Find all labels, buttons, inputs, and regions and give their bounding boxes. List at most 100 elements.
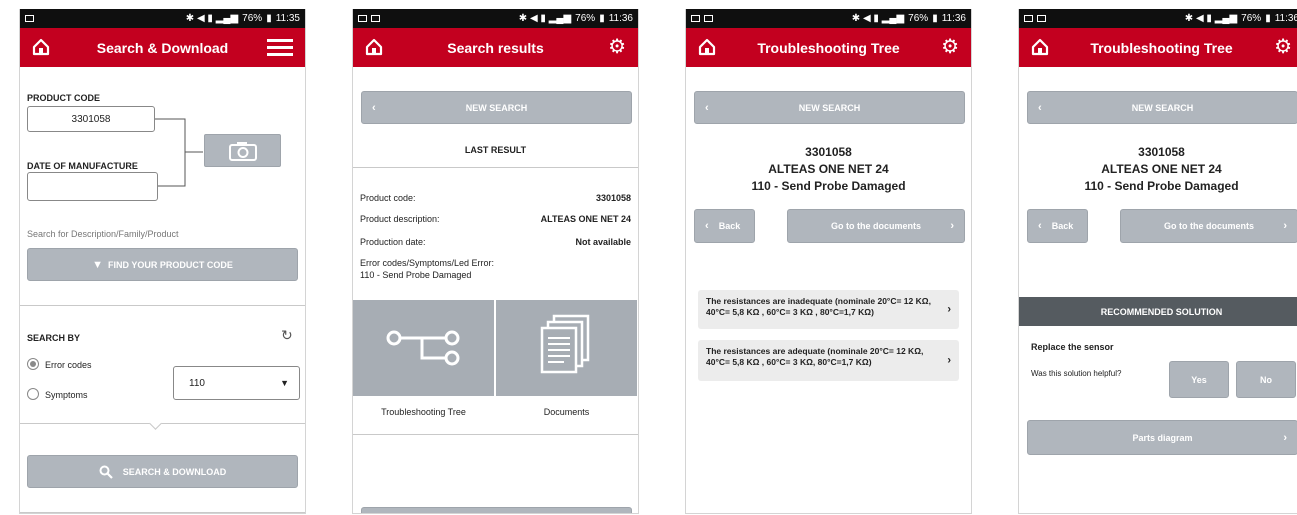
divider: [20, 512, 305, 513]
bottom-button[interactable]: [361, 507, 632, 513]
answer-option[interactable]: The resistances are adequate (nominale 2…: [698, 340, 959, 381]
gear-icon[interactable]: ⚙: [941, 37, 959, 57]
go-to-documents-button[interactable]: Go to the documents ›: [787, 209, 965, 243]
radio-error-codes[interactable]: [27, 358, 39, 370]
error-description: 110 - Send Probe Damaged: [751, 179, 906, 193]
back-button[interactable]: ‹ Back: [1027, 209, 1088, 243]
chevron-left-icon: ‹: [705, 220, 709, 232]
battery-icon: ▮: [599, 13, 605, 24]
date-of-manufacture-label: DATE OF MANUFACTURE: [27, 161, 138, 171]
parts-diagram-label: Parts diagram: [1132, 432, 1193, 443]
message-icon: [25, 15, 34, 22]
status-bar: ✱ ◀ ▮ ▂▄▆ 76% ▮ 11:36: [686, 9, 971, 28]
product-name: ALTEAS ONE NET 24: [1101, 162, 1222, 176]
back-label: Back: [718, 221, 741, 231]
search-hint: Search for Description/Family/Product: [27, 229, 179, 239]
product-code: 3301058: [805, 145, 852, 159]
error-codes-value: 110 - Send Probe Damaged: [360, 270, 472, 280]
row-value: Not available: [575, 237, 631, 247]
app-bar: Troubleshooting Tree ⚙: [1019, 28, 1297, 67]
new-search-label: NEW SEARCH: [1131, 102, 1194, 113]
search-download-button[interactable]: SEARCH & DOWNLOAD: [27, 455, 298, 488]
signal-icon: ✱ ◀ ▮ ▂▄▆: [518, 13, 572, 24]
helpful-question: Was this solution helpful?: [1031, 369, 1122, 378]
gear-icon[interactable]: ⚙: [608, 37, 626, 57]
screen-troubleshooting-solution: ✱ ◀ ▮ ▂▄▆ 76% ▮ 11:36 Troubleshooting Tr…: [1018, 9, 1297, 514]
message-icon: [371, 15, 380, 22]
message-icon: [704, 15, 713, 22]
signal-icon: ✱ ◀ ▮ ▂▄▆: [851, 13, 905, 24]
connector-lines: [155, 118, 203, 187]
pointer-notch: [149, 417, 162, 430]
error-codes-label: Error codes: [45, 360, 92, 370]
search-download-label: SEARCH & DOWNLOAD: [122, 466, 227, 477]
parts-diagram-button[interactable]: Parts diagram ›: [1027, 420, 1297, 455]
solution-text: Replace the sensor: [1031, 342, 1114, 352]
battery-percent: 76%: [242, 13, 263, 24]
clock: 11:36: [1274, 13, 1297, 24]
clock: 11:36: [941, 13, 966, 24]
app-bar: Search & Download: [20, 28, 305, 67]
chevron-right-icon: ›: [950, 220, 954, 232]
answer-option-text: The resistances are adequate (nominale 2…: [706, 346, 924, 367]
magnifier-icon: [99, 465, 113, 479]
no-button[interactable]: No: [1236, 361, 1296, 398]
radio-symptoms[interactable]: [27, 388, 39, 400]
camera-button[interactable]: [204, 134, 281, 167]
result-row: Product code: 3301058: [360, 193, 631, 203]
clock: 11:36: [608, 13, 633, 24]
chevron-down-icon: ▼: [280, 378, 289, 388]
hamburger-menu-icon[interactable]: [267, 35, 293, 60]
battery-percent: 76%: [1241, 13, 1262, 24]
chevron-left-icon: ‹: [1038, 220, 1042, 232]
divider: [353, 434, 638, 435]
new-search-label: NEW SEARCH: [465, 102, 528, 113]
signal-icon: ✱ ◀ ▮ ▂▄▆: [185, 13, 239, 24]
chevron-left-icon: ‹: [1038, 101, 1042, 114]
error-code-select[interactable]: 110 ▼: [173, 366, 300, 400]
refresh-icon[interactable]: ↻: [281, 327, 293, 344]
clock: 11:35: [275, 13, 300, 24]
answer-option[interactable]: The resistances are inadequate (nominale…: [698, 290, 959, 329]
documents-label: Documents: [543, 407, 590, 417]
chevron-left-icon: ‹: [372, 101, 376, 114]
go-to-documents-button[interactable]: Go to the documents ›: [1120, 209, 1297, 243]
status-bar: ✱ ◀ ▮ ▂▄▆ 76% ▮ 11:36: [353, 9, 638, 28]
app-bar: Troubleshooting Tree ⚙: [686, 28, 971, 67]
yes-button[interactable]: Yes: [1169, 361, 1229, 398]
date-of-manufacture-input[interactable]: [27, 172, 158, 201]
tree-icon: [386, 330, 460, 366]
symptoms-label: Symptoms: [45, 390, 88, 400]
screen-search-results: ✱ ◀ ▮ ▂▄▆ 76% ▮ 11:36 Search results ⚙ ‹…: [352, 9, 639, 514]
go-to-documents-label: Go to the documents: [1164, 221, 1254, 231]
gear-icon[interactable]: ⚙: [1274, 37, 1292, 57]
screen-troubleshooting-tree: ✱ ◀ ▮ ▂▄▆ 76% ▮ 11:36 Troubleshooting Tr…: [685, 9, 972, 514]
troubleshooting-tree-tile[interactable]: [353, 300, 494, 396]
page-title: Search results: [447, 39, 544, 56]
back-button[interactable]: ‹ Back: [694, 209, 755, 243]
troubleshooting-tree-label: Troubleshooting Tree: [381, 407, 466, 417]
divider: [20, 305, 305, 306]
page-title: Search & Download: [96, 39, 229, 56]
new-search-button[interactable]: ‹ NEW SEARCH: [694, 91, 965, 124]
select-value: 110: [189, 377, 205, 389]
battery-percent: 76%: [908, 13, 929, 24]
chevron-right-icon: ›: [1283, 431, 1287, 444]
page-title: Troubleshooting Tree: [757, 39, 900, 56]
new-search-button[interactable]: ‹ NEW SEARCH: [1027, 91, 1297, 124]
last-result-heading: LAST RESULT: [464, 145, 527, 155]
divider: [20, 423, 305, 424]
app-bar: Search results ⚙: [353, 28, 638, 67]
find-product-code-button[interactable]: ▼ FIND YOUR PRODUCT CODE: [27, 248, 298, 281]
chevron-right-icon: ›: [1283, 220, 1287, 232]
row-label: Product description:: [360, 214, 440, 224]
product-summary: 3301058 ALTEAS ONE NET 24 110 - Send Pro…: [686, 144, 971, 195]
find-product-code-label: FIND YOUR PRODUCT CODE: [108, 259, 233, 270]
error-codes-label: Error codes/Symptoms/Led Error:: [360, 258, 495, 268]
new-search-button[interactable]: ‹ NEW SEARCH: [361, 91, 632, 124]
message-icon: [1037, 15, 1046, 22]
answer-option-text: The resistances are inadequate (nominale…: [706, 296, 931, 317]
product-code-input[interactable]: 3301058: [27, 106, 155, 132]
documents-tile[interactable]: [496, 300, 637, 396]
status-bar: ✱ ◀ ▮ ▂▄▆ 76% ▮ 11:35: [20, 9, 305, 28]
